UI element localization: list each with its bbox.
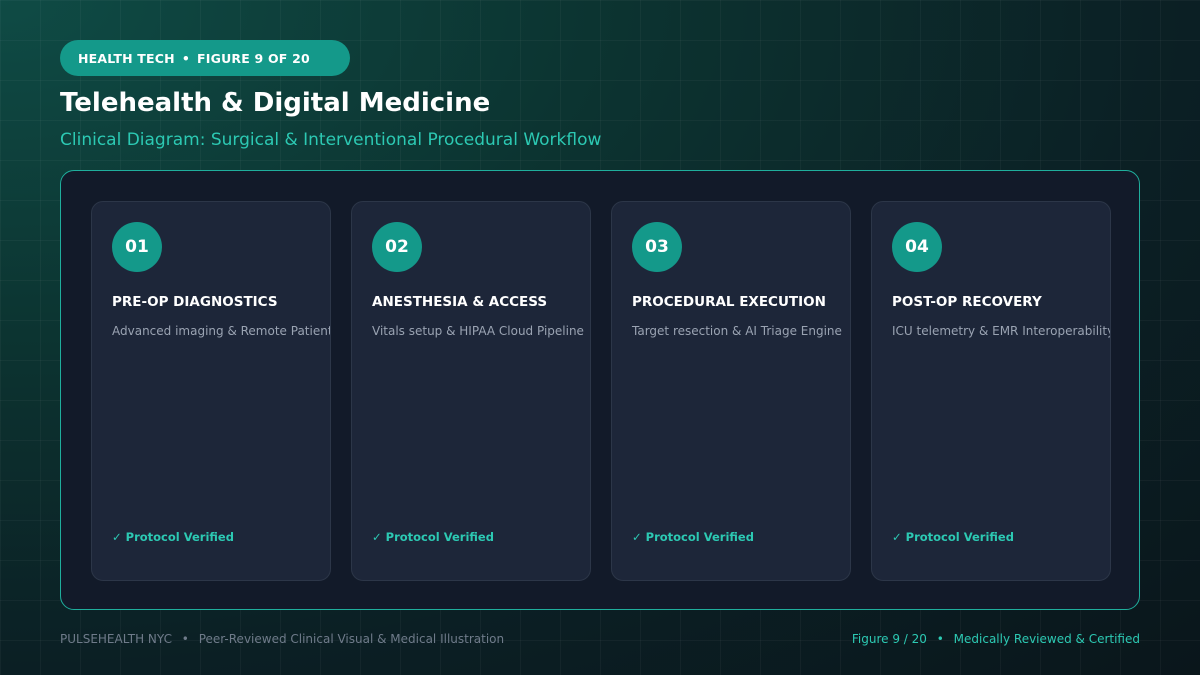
footer-credits: PULSEHEALTH NYC • Peer-Reviewed Clinical… — [60, 632, 504, 646]
step-card-2: 02 ANESTHESIA & ACCESS Vitals setup & HI… — [351, 201, 591, 581]
figure-label: FIGURE 9 OF 20 — [197, 50, 310, 66]
badge-separator: • — [181, 50, 191, 66]
step-description: Advanced imaging & Remote Patient Teleme… — [112, 324, 331, 338]
step-description: Vitals setup & HIPAA Cloud Pipeline — [372, 324, 584, 338]
step-status: ✓ Protocol Verified — [632, 530, 754, 544]
step-number-badge: 01 — [112, 222, 162, 272]
footer-figure-info: Figure 9 / 20 • Medically Reviewed & Cer… — [852, 632, 1140, 646]
footer-tagline: Peer-Reviewed Clinical Visual & Medical … — [198, 632, 505, 646]
step-card-4: 04 POST-OP RECOVERY ICU telemetry & EMR … — [871, 201, 1111, 581]
step-title: PRE-OP DIAGNOSTICS — [112, 294, 278, 310]
category-badge: HEALTH TECH • FIGURE 9 OF 20 — [60, 40, 350, 76]
step-title: ANESTHESIA & ACCESS — [372, 294, 548, 310]
step-card-1: 01 PRE-OP DIAGNOSTICS Advanced imaging &… — [91, 201, 331, 581]
step-title: POST-OP RECOVERY — [892, 294, 1042, 310]
page-title: Telehealth & Digital Medicine — [60, 88, 491, 118]
footer-separator: • — [181, 632, 189, 646]
footer-separator: • — [936, 632, 944, 646]
category-label: HEALTH TECH — [78, 50, 175, 66]
step-card-3: 03 PROCEDURAL EXECUTION Target resection… — [611, 201, 851, 581]
footer-brand: PULSEHEALTH NYC — [60, 632, 172, 646]
step-status: ✓ Protocol Verified — [372, 530, 494, 544]
page-subtitle: Clinical Diagram: Surgical & Interventio… — [60, 130, 602, 150]
step-title: PROCEDURAL EXECUTION — [632, 294, 826, 310]
step-status: ✓ Protocol Verified — [892, 530, 1014, 544]
footer-certification: Medically Reviewed & Certified — [953, 632, 1140, 646]
step-status: ✓ Protocol Verified — [112, 530, 234, 544]
step-number-badge: 03 — [632, 222, 682, 272]
step-number-badge: 04 — [892, 222, 942, 272]
step-number-badge: 02 — [372, 222, 422, 272]
workflow-panel: 01 PRE-OP DIAGNOSTICS Advanced imaging &… — [60, 170, 1140, 610]
footer-figure: Figure 9 / 20 — [851, 632, 927, 646]
step-description: ICU telemetry & EMR Interoperability — [892, 324, 1111, 338]
step-description: Target resection & AI Triage Engine — [632, 324, 842, 338]
